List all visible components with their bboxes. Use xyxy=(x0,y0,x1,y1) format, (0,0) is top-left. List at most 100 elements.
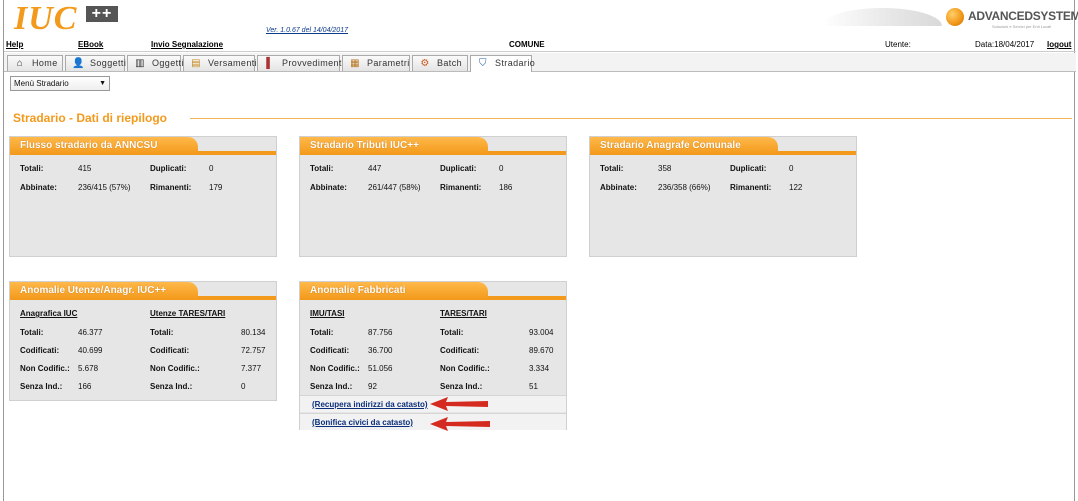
header: IUC ++ Ver. 1.0.67 del 14/04/2017 ADVANC… xyxy=(4,0,1078,38)
row-label: Non Codific.: xyxy=(440,364,490,373)
menu-bar: Help EBook Invio Segnalazione COMUNE Ute… xyxy=(4,38,1076,52)
document-icon: ▌ xyxy=(266,58,274,69)
tab-versamenti[interactable]: ▤ Versamenti xyxy=(183,55,257,71)
totali-value: 358 xyxy=(658,164,672,173)
date-label: Data:18/04/2017 xyxy=(975,40,1035,49)
duplicati-label: Duplicati: xyxy=(730,164,767,173)
home-icon: ⌂ xyxy=(16,58,24,69)
column-header-tares-tari: TARES/TARI xyxy=(440,309,487,318)
tab-label: Stradario xyxy=(495,58,536,68)
row-value: 3.334 xyxy=(529,364,550,373)
row-value: 93.004 xyxy=(529,328,554,337)
panel-header: Flusso stradario da ANNCSU xyxy=(10,137,276,155)
tab-parametri[interactable]: ▦ Parametri xyxy=(342,55,410,71)
comune-label: COMUNE xyxy=(509,40,545,49)
tab-stradario[interactable]: ⛉ Stradario xyxy=(470,55,536,72)
logo-plus: ++ xyxy=(86,6,118,22)
panel-header: Anomalie Fabbricati xyxy=(300,282,566,300)
row-label: Non Codific.: xyxy=(150,364,200,373)
menu-stradario-select[interactable]: Menù Stradario ▼ xyxy=(10,76,110,91)
duplicati-value: 0 xyxy=(789,164,794,173)
tab-batch[interactable]: ⚙ Batch xyxy=(412,55,468,71)
tab-home[interactable]: ⌂ Home xyxy=(7,55,63,71)
logout-link[interactable]: logout xyxy=(1047,40,1071,49)
panel-stradario-tributi: Stradario Tributi IUC++ Totali: 447 Dupl… xyxy=(299,136,567,257)
app-frame: IUC ++ Ver. 1.0.67 del 14/04/2017 ADVANC… xyxy=(3,0,1078,501)
row-label: Senza Ind.: xyxy=(20,382,63,391)
row-value: 166 xyxy=(78,382,92,391)
row-label: Totali: xyxy=(310,328,334,337)
ebook-link[interactable]: EBook xyxy=(78,40,103,49)
row-value: 87.756 xyxy=(368,328,393,337)
row-value: 0 xyxy=(241,382,246,391)
totali-value: 447 xyxy=(368,164,382,173)
batch-icon: ⚙ xyxy=(420,58,430,69)
abbinate-value: 236/415 (57%) xyxy=(78,183,131,192)
row-label: Codificati: xyxy=(310,346,350,355)
rimanenti-label: Rimanenti: xyxy=(150,183,192,192)
totali-label: Totali: xyxy=(20,164,44,173)
tab-soggetti[interactable]: 👤 Soggetti xyxy=(65,55,127,71)
panel-header: Stradario Tributi IUC++ xyxy=(300,137,566,155)
row-value: 80.134 xyxy=(241,328,266,337)
row-value: 92 xyxy=(368,382,377,391)
row-label: Senza Ind.: xyxy=(150,382,193,391)
help-link[interactable]: Help xyxy=(6,40,23,49)
road-icon: ⛉ xyxy=(479,58,487,69)
tab-provvedimenti[interactable]: ▌ Provvedimenti xyxy=(257,55,344,71)
tab-label: Home xyxy=(32,58,58,68)
recupera-indirizzi-link[interactable]: (Recupera indirizzi da catasto) xyxy=(312,400,428,409)
row-label: Senza Ind.: xyxy=(310,382,353,391)
column-header-anagrafica: Anagrafica IUC xyxy=(20,309,78,318)
money-icon: ▤ xyxy=(191,58,201,69)
row-label: Totali: xyxy=(20,328,44,337)
row-label: Codificati: xyxy=(20,346,60,355)
annotation-arrow-icon xyxy=(430,397,488,411)
row-value: 7.377 xyxy=(241,364,262,373)
select-value: Menù Stradario xyxy=(14,79,69,88)
duplicati-value: 0 xyxy=(499,164,504,173)
panel-title: Stradario Tributi IUC++ xyxy=(300,137,488,154)
panel-header: Anomalie Utenze/Anagr. IUC++ xyxy=(10,282,276,300)
rimanenti-value: 186 xyxy=(499,183,513,192)
abbinate-label: Abbinate: xyxy=(310,183,347,192)
brand-mark-icon xyxy=(946,8,964,26)
abbinate-value: 236/358 (66%) xyxy=(658,183,711,192)
row-value: 51.056 xyxy=(368,364,393,373)
bonifica-civici-link[interactable]: (Bonifica civici da catasto) xyxy=(312,418,413,427)
tab-label: Soggetti xyxy=(90,58,127,68)
row-value: 46.377 xyxy=(78,328,103,337)
row-value: 51 xyxy=(529,382,538,391)
tab-label: Oggetti xyxy=(152,58,184,68)
brand-name: ADVANCEDSYSTEMS xyxy=(968,9,1078,23)
row-value: 36.700 xyxy=(368,346,393,355)
page-title: Stradario - Dati di riepilogo xyxy=(13,111,168,125)
abbinate-label: Abbinate: xyxy=(20,183,57,192)
rimanenti-value: 122 xyxy=(789,183,803,192)
table-icon: ▦ xyxy=(350,58,360,69)
totali-label: Totali: xyxy=(600,164,624,173)
rimanenti-value: 179 xyxy=(209,183,223,192)
column-header-imu-tasi: IMU/TASI xyxy=(310,309,345,318)
tab-oggetti[interactable]: ▥ Oggetti xyxy=(127,55,184,71)
brand-swoosh xyxy=(822,8,942,26)
chevron-down-icon: ▼ xyxy=(99,80,106,87)
duplicati-label: Duplicati: xyxy=(440,164,477,173)
tab-bar: ⌂ Home 👤 Soggetti ▥ Oggetti ▤ Versamenti… xyxy=(4,53,1076,72)
version-link[interactable]: Ver. 1.0.67 del 14/04/2017 xyxy=(266,27,348,34)
panel-title: Flusso stradario da ANNCSU xyxy=(10,137,198,154)
abbinate-value: 261/447 (58%) xyxy=(368,183,421,192)
panel-title: Stradario Anagrafe Comunale xyxy=(590,137,778,154)
logo-text: IUC xyxy=(14,0,78,37)
invio-segnalazione-link[interactable]: Invio Segnalazione xyxy=(151,40,223,49)
panel-flusso-anncsu: Flusso stradario da ANNCSU Totali: 415 D… xyxy=(9,136,277,257)
panel-header: Stradario Anagrafe Comunale xyxy=(590,137,856,155)
rimanenti-label: Rimanenti: xyxy=(440,183,482,192)
row-label: Codificati: xyxy=(150,346,190,355)
totali-label: Totali: xyxy=(310,164,334,173)
title-divider xyxy=(190,118,1072,119)
totali-value: 415 xyxy=(78,164,92,173)
duplicati-value: 0 xyxy=(209,164,214,173)
row-value: 5.678 xyxy=(78,364,99,373)
row-value: 72.757 xyxy=(241,346,266,355)
